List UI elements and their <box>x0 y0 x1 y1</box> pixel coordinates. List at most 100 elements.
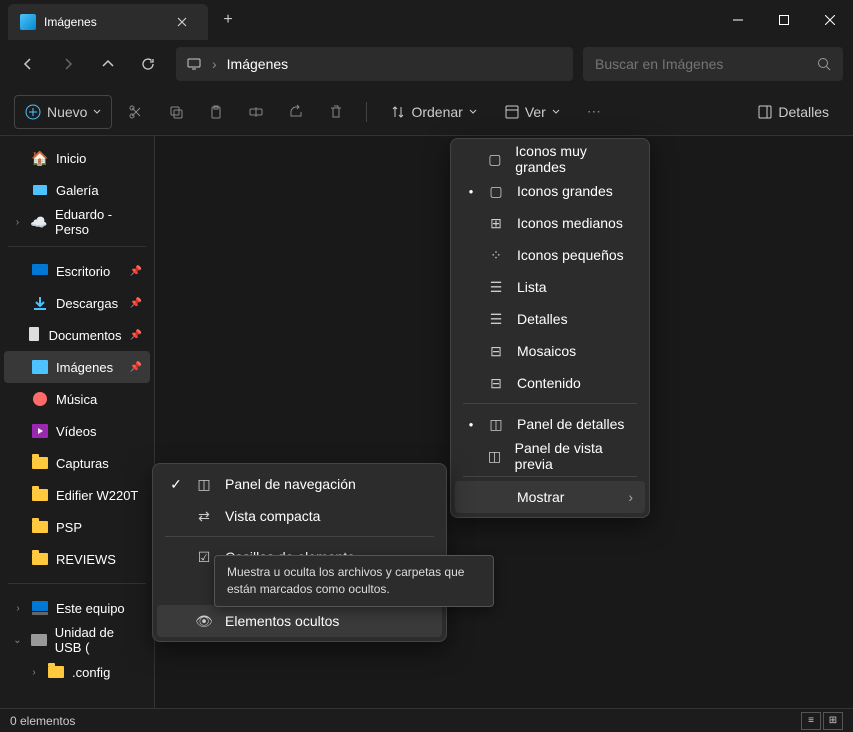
back-button[interactable] <box>10 46 46 82</box>
selected-bullet-icon: ● <box>467 187 475 196</box>
sort-button[interactable]: Ordenar <box>381 95 486 129</box>
sidebar-music[interactable]: Música <box>4 383 150 415</box>
small-grid-icon: ⁘ <box>487 247 505 264</box>
cut-button[interactable] <box>120 96 152 128</box>
menu-hidden-items[interactable]: 👁Elementos ocultos <box>157 605 442 637</box>
details-pane-button[interactable]: Detalles <box>748 95 839 129</box>
checkbox-icon: ☑ <box>195 549 213 566</box>
menu-details-pane[interactable]: ●◫Panel de detalles <box>455 408 645 440</box>
usb-icon <box>31 632 47 648</box>
gallery-icon <box>32 182 48 198</box>
sidebar-this-pc[interactable]: ›Este equipo <box>4 592 150 624</box>
medium-grid-icon: ⊞ <box>487 215 505 232</box>
collapse-icon[interactable]: ⌄ <box>12 635 23 646</box>
sidebar-folder-psp[interactable]: PSP <box>4 511 150 543</box>
maximize-button[interactable] <box>761 4 807 36</box>
check-icon: ✓ <box>169 476 183 493</box>
sidebar-downloads[interactable]: Descargas📌 <box>4 287 150 319</box>
window-tab[interactable]: Imágenes <box>8 4 208 40</box>
details-pane-icon <box>758 105 772 119</box>
home-icon: 🏠 <box>32 150 48 166</box>
rename-button[interactable] <box>240 96 272 128</box>
tab-close-button[interactable] <box>168 8 196 36</box>
arrow-up-icon <box>100 56 116 72</box>
menu-details[interactable]: ☰Detalles <box>455 303 645 335</box>
sidebar-pictures[interactable]: Imágenes📌 <box>4 351 150 383</box>
scissors-icon <box>128 104 144 120</box>
details-icon: ☰ <box>487 311 505 328</box>
refresh-icon <box>140 56 156 72</box>
close-icon <box>177 17 187 27</box>
navigation-sidebar: 🏠 Inicio Galería › ☁️ Eduardo - Perso Es… <box>0 136 155 708</box>
new-tab-button[interactable]: + <box>208 0 248 40</box>
paste-button[interactable] <box>200 96 232 128</box>
sidebar-folder-capturas[interactable]: Capturas <box>4 447 150 479</box>
sidebar-usb[interactable]: ⌄Unidad de USB ( <box>4 624 150 656</box>
menu-compact-view[interactable]: ⇄Vista compacta <box>157 500 442 532</box>
copy-icon <box>168 104 184 120</box>
more-button[interactable]: ⋯ <box>578 96 610 128</box>
menu-preview-pane[interactable]: ◫Panel de vista previa <box>455 440 645 472</box>
sidebar-folder-config[interactable]: ›.config <box>4 656 150 688</box>
sidebar-onedrive[interactable]: › ☁️ Eduardo - Perso <box>4 206 150 238</box>
expand-icon[interactable]: › <box>12 217 23 228</box>
delete-button[interactable] <box>320 96 352 128</box>
menu-list[interactable]: ☰Lista <box>455 271 645 303</box>
expand-icon[interactable]: › <box>28 667 40 678</box>
close-window-button[interactable] <box>807 4 853 36</box>
selected-bullet-icon: ● <box>467 420 475 429</box>
up-button[interactable] <box>90 46 126 82</box>
large-grid-icon: ▢ <box>486 151 503 168</box>
folder-icon <box>32 455 48 471</box>
pin-icon: 📌 <box>130 298 142 309</box>
view-menu: ▢Iconos muy grandes ●▢Iconos grandes ⊞Ic… <box>450 138 650 518</box>
search-input[interactable] <box>595 56 809 72</box>
menu-large-icons[interactable]: ●▢Iconos grandes <box>455 175 645 207</box>
close-icon <box>825 15 835 25</box>
arrow-left-icon <box>20 56 36 72</box>
minimize-button[interactable] <box>715 4 761 36</box>
menu-extra-large-icons[interactable]: ▢Iconos muy grandes <box>455 143 645 175</box>
view-button[interactable]: Ver <box>495 95 570 129</box>
forward-button[interactable] <box>50 46 86 82</box>
details-pane-icon: ◫ <box>487 416 505 433</box>
sidebar-gallery[interactable]: Galería <box>4 174 150 206</box>
chevron-down-icon <box>552 108 560 116</box>
breadcrumb-separator: › <box>212 56 217 72</box>
tiles-icon: ⊟ <box>487 343 505 360</box>
folder-icon <box>32 551 48 567</box>
pictures-icon <box>20 14 36 30</box>
folder-icon <box>48 664 64 680</box>
menu-tiles[interactable]: ⊟Mosaicos <box>455 335 645 367</box>
new-button[interactable]: Nuevo <box>14 95 112 129</box>
expand-icon[interactable]: › <box>12 603 24 614</box>
refresh-button[interactable] <box>130 46 166 82</box>
pictures-icon <box>32 359 48 375</box>
chevron-down-icon <box>93 108 101 116</box>
breadcrumb-current[interactable]: Imágenes <box>227 56 288 72</box>
search-box[interactable] <box>583 47 843 81</box>
nav-pane-icon: ◫ <box>195 476 213 493</box>
sidebar-folder-reviews[interactable]: REVIEWS <box>4 543 150 575</box>
copy-button[interactable] <box>160 96 192 128</box>
share-button[interactable] <box>280 96 312 128</box>
menu-nav-pane[interactable]: ✓◫Panel de navegación <box>157 468 442 500</box>
address-bar[interactable]: › Imágenes <box>176 47 573 81</box>
menu-show[interactable]: Mostrar› <box>455 481 645 513</box>
sidebar-documents[interactable]: Documentos📌 <box>4 319 150 351</box>
tooltip: Muestra u oculta los archivos y carpetas… <box>214 555 494 607</box>
document-icon <box>27 327 41 343</box>
sidebar-desktop[interactable]: Escritorio📌 <box>4 255 150 287</box>
menu-small-icons[interactable]: ⁘Iconos pequeños <box>455 239 645 271</box>
sidebar-folder-edifier[interactable]: Edifier W220T <box>4 479 150 511</box>
menu-medium-icons[interactable]: ⊞Iconos medianos <box>455 207 645 239</box>
sidebar-videos[interactable]: Vídeos <box>4 415 150 447</box>
sidebar-home[interactable]: 🏠 Inicio <box>4 142 150 174</box>
preview-pane-icon: ◫ <box>486 448 502 465</box>
thumb-view-toggle[interactable]: ⊞ <box>823 712 843 730</box>
menu-content[interactable]: ⊟Contenido <box>455 367 645 399</box>
rename-icon <box>248 104 264 120</box>
view-icon <box>505 105 519 119</box>
trash-icon <box>328 104 344 120</box>
details-view-toggle[interactable]: ≡ <box>801 712 821 730</box>
